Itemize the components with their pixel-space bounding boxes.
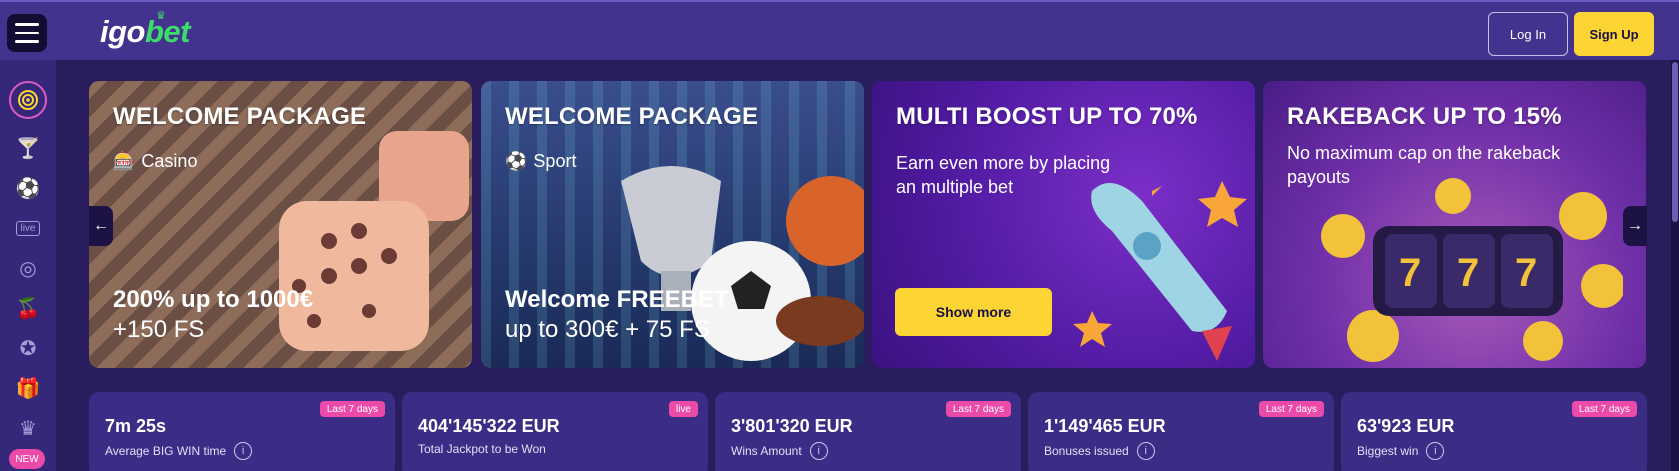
carousel-next-arrow-icon[interactable]: → [1623,206,1647,246]
soccer-ball-icon: ⚽ [505,151,528,171]
cocktail-icon[interactable]: 🍸 [8,133,48,163]
slot-machine-illustration: 7 7 7 [1321,178,1623,362]
stat-card-big-win-time: Last 7 days 7m 25s Average BIG WIN time i [89,392,395,471]
stat-value: 63'923 EUR [1357,416,1455,436]
banner-offer: +150 FS [113,316,205,343]
banner-offer-bold: Welcome FREEBET [505,286,729,313]
login-button[interactable]: Log In [1488,12,1568,56]
stat-badge: Last 7 days [319,401,385,417]
stat-label-text: Biggest win [1357,444,1419,458]
poker-chip-icon[interactable]: ✪ [8,333,48,363]
banner-title: RAKEBACK UP TO 15% [1287,103,1562,130]
cherries-icon[interactable]: 🍒 [8,293,48,323]
stat-card-wins-amount: Last 7 days 3'801'320 EUR Wins Amount i [715,392,1021,471]
gift-icon[interactable]: 🎁 [8,373,48,403]
stat-badge: Last 7 days [945,401,1011,417]
logo-text-bet: bet [145,14,191,49]
menu-line [15,23,39,26]
igobet-logo[interactable]: igobet ♛ [100,10,191,50]
banner-multi-boost[interactable]: MULTI BOOST UP TO 70% Earn even more by … [872,81,1255,368]
stat-card-jackpot: live 404'145'322 EUR Total Jackpot to be… [402,392,708,471]
stat-label: Average BIG WIN time i [105,442,253,460]
info-icon[interactable]: i [1136,442,1155,460]
crown-icon[interactable]: ♛ [8,413,48,443]
scrollbar-thumb[interactable] [1672,62,1678,222]
top-bar: igobet ♛ Log In Sign Up [0,0,1679,60]
stat-badge: Last 7 days [1571,401,1637,417]
stat-label: Bonuses issued i [1044,442,1155,460]
target-icon[interactable] [9,81,47,119]
stat-label-text: Total Jackpot to be Won [418,442,546,456]
banner-category-label: Sport [533,151,577,171]
stat-label: Wins Amount i [731,442,828,460]
stat-label: Biggest win i [1357,442,1445,460]
roulette-icon[interactable]: ◎ [8,253,48,283]
logo-text-igo: igo [100,14,146,49]
banner-title: WELCOME PACKAGE [113,103,367,130]
svg-text:7: 7 [1515,251,1537,295]
banner-category: ⚽ Sport [505,151,576,172]
banner-category-label: Casino [141,151,198,171]
svg-text:7: 7 [1457,251,1479,295]
stat-value: 3'801'320 EUR [731,416,853,436]
live-label: live [16,220,40,236]
logo-crown-icon: ♛ [156,10,166,22]
banner-offer: up to 300€ + 75 FS [505,316,710,343]
menu-line [15,31,39,35]
stat-value: 404'145'322 EUR [418,416,560,436]
show-more-button[interactable]: Show more [895,288,1052,336]
banner-casino-welcome[interactable]: WELCOME PACKAGE 🎰 Casino 200% up to 1000€… [89,81,472,368]
info-icon[interactable]: i [1426,442,1445,460]
soccer-ball-icon[interactable]: ⚽ [8,173,48,203]
stat-value: 7m 25s [105,416,167,436]
dice-illustration [279,131,469,351]
svg-text:7: 7 [1399,251,1421,295]
banner-offer-bold: 200% up to 1000€ [113,286,314,313]
stat-badge: Last 7 days [1258,401,1324,417]
banner-category: 🎰 Casino [113,151,197,172]
info-icon[interactable]: i [234,442,253,460]
stat-label-text: Average BIG WIN time [105,444,227,458]
banner-rakeback[interactable]: 7 7 7 RAKEBACK UP TO 15% No maximum cap … [1263,81,1646,368]
new-badge[interactable]: NEW [9,449,45,469]
banner-sport-welcome[interactable]: WELCOME PACKAGE ⚽ Sport Welcome FREEBET u… [481,81,864,368]
signup-button[interactable]: Sign Up [1574,12,1654,56]
info-icon[interactable]: i [809,442,828,460]
banner-title: WELCOME PACKAGE [505,103,759,130]
stat-card-biggest-win: Last 7 days 63'923 EUR Biggest win i [1341,392,1647,471]
stat-label-text: Bonuses issued [1044,444,1129,458]
carousel-prev-arrow-icon[interactable]: ← [89,206,113,246]
stat-value: 1'149'465 EUR [1044,416,1166,436]
stat-card-bonuses-issued: Last 7 days 1'149'465 EUR Bonuses issued… [1028,392,1334,471]
hamburger-menu-button[interactable] [7,14,47,52]
stat-label-text: Wins Amount [731,444,802,458]
stat-badge: live [668,401,698,417]
slot-machine-icon: 🎰 [113,151,136,171]
stat-label: Total Jackpot to be Won [418,442,546,456]
menu-line [15,40,39,43]
banner-description: No maximum cap on the rakeback payouts [1287,143,1561,187]
banner-title: MULTI BOOST UP TO 70% [896,103,1198,130]
live-tv-icon[interactable]: live [8,213,48,243]
banner-description: Earn even more by placing an multiple be… [896,153,1111,197]
